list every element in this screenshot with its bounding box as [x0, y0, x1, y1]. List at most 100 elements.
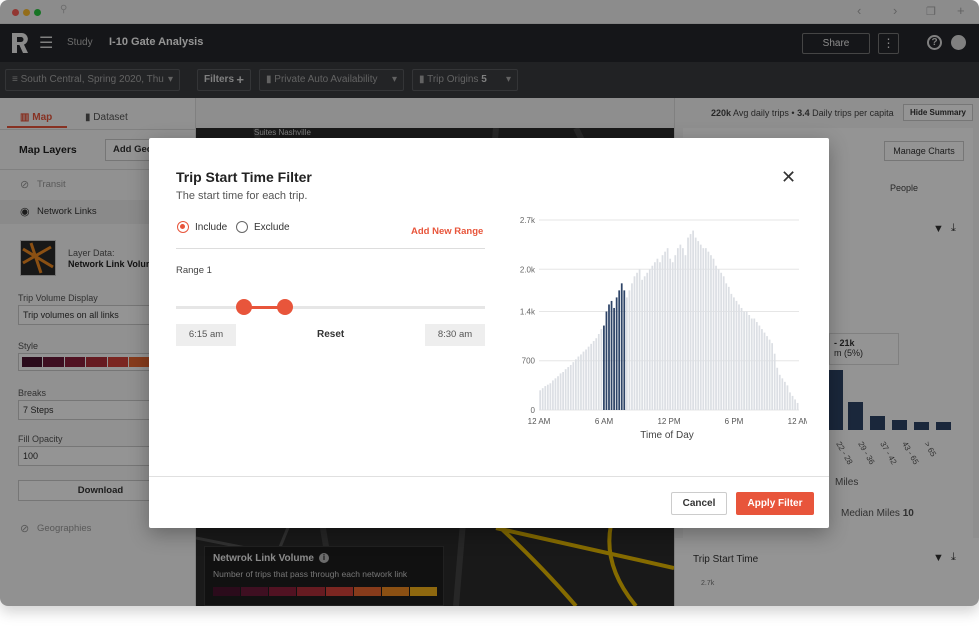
histogram-bar	[564, 369, 567, 410]
histogram-bar	[692, 230, 694, 410]
histogram-bar	[651, 265, 654, 410]
histogram-bar	[766, 336, 768, 410]
include-radio[interactable]	[177, 221, 189, 233]
histogram-bar	[572, 362, 575, 410]
histogram-bar	[704, 248, 707, 410]
histogram-bar	[694, 237, 697, 410]
include-label[interactable]: Include	[195, 222, 227, 233]
histogram-bar	[664, 251, 666, 410]
y-tick-label: 2.0k	[520, 265, 536, 274]
histogram-bar	[666, 248, 669, 410]
histogram-bar	[720, 272, 723, 410]
histogram-bar	[791, 395, 794, 410]
histogram-bar	[699, 244, 702, 410]
x-tick-label: 6 PM	[725, 417, 744, 426]
histogram-bar	[648, 269, 651, 410]
histogram-bar-selected	[613, 307, 615, 410]
trip-start-histogram: 0 700 1.4k 2.0k 2.7k 12 AM 6 AM 12 PM 6 PM 12 AM T…	[520, 216, 807, 441]
histogram-bar	[587, 346, 590, 410]
histogram-bar-selected	[623, 290, 626, 410]
histogram-bar	[557, 376, 559, 410]
y-tick-label: 0	[531, 406, 536, 415]
y-tick-label: 2.7k	[520, 216, 536, 225]
exclude-radio[interactable]	[236, 221, 248, 233]
time-range-slider-track[interactable]	[176, 306, 485, 309]
histogram-bar	[636, 272, 638, 410]
apply-filter-button[interactable]: Apply Filter	[736, 492, 814, 515]
range-end-handle[interactable]	[277, 299, 293, 315]
histogram-bar	[674, 255, 677, 410]
y-tick-label: 700	[522, 357, 536, 366]
histogram-bar	[552, 380, 554, 410]
histogram-bar	[549, 383, 552, 410]
histogram-bar	[789, 392, 791, 410]
histogram-bar	[717, 269, 720, 410]
histogram-bar	[633, 276, 636, 410]
histogram-bar	[656, 258, 659, 410]
cancel-button[interactable]: Cancel	[671, 492, 727, 515]
x-tick-label: 12 PM	[657, 417, 680, 426]
histogram-bar	[569, 364, 572, 410]
histogram-bar	[544, 386, 547, 410]
range-label: Range 1	[176, 265, 212, 276]
histogram-bar	[625, 297, 628, 410]
histogram-bar	[687, 237, 689, 410]
histogram-bar	[679, 244, 682, 410]
histogram-bar	[722, 276, 725, 410]
histogram-bar	[684, 255, 687, 410]
histogram-bar-selected	[603, 325, 605, 410]
histogram-bar	[676, 248, 679, 410]
histogram-bar	[574, 359, 577, 410]
histogram-bar	[740, 307, 743, 410]
browser-window: ⚲ ‹ › ❐ + ☰ Study I-10 Gate Analysis Sha…	[0, 0, 979, 606]
histogram-bar	[638, 269, 641, 410]
histogram-bar	[710, 255, 712, 410]
x-tick-label: 6 AM	[595, 417, 614, 426]
histogram-bar	[771, 343, 774, 410]
histogram-bar	[730, 293, 733, 410]
histogram-bar	[702, 248, 705, 410]
histogram-bar	[567, 367, 570, 410]
histogram-bar	[794, 399, 796, 410]
histogram-bar	[755, 322, 758, 410]
histogram-bar	[600, 329, 603, 410]
histogram-bar	[659, 262, 661, 410]
close-icon[interactable]: ✕	[781, 167, 796, 188]
histogram-bar	[758, 325, 761, 410]
histogram-bar	[796, 402, 799, 410]
histogram-bar	[776, 367, 779, 410]
histogram-bar	[580, 354, 582, 410]
histogram-bar	[597, 334, 600, 410]
start-time-input[interactable]: 6:15 am	[176, 324, 236, 346]
histogram-bar	[750, 318, 753, 410]
histogram-bar	[595, 338, 598, 410]
histogram-bar	[577, 356, 580, 410]
reset-button[interactable]: Reset	[317, 329, 344, 340]
histogram-bar-selected	[618, 290, 621, 410]
histogram-bar	[628, 290, 631, 410]
histogram-bar	[725, 283, 728, 410]
histogram-bar	[778, 374, 781, 410]
histogram-bar	[539, 390, 542, 410]
histogram-bar	[641, 279, 644, 410]
x-axis-label: Time of Day	[640, 430, 694, 441]
histogram-bar	[559, 373, 562, 410]
add-new-range-link[interactable]: Add New Range	[411, 226, 483, 237]
end-time-input[interactable]: 8:30 am	[425, 324, 485, 346]
histogram-bar	[689, 234, 692, 410]
y-tick-label: 1.4k	[520, 307, 536, 316]
histogram-bar-selected	[605, 311, 608, 410]
exclude-label[interactable]: Exclude	[254, 222, 290, 233]
histogram-bar	[733, 297, 735, 410]
histogram-bar	[669, 258, 672, 410]
histogram-bar	[743, 311, 745, 410]
range-start-handle[interactable]	[236, 299, 252, 315]
histogram-bar	[643, 276, 646, 410]
dialog-title: Trip Start Time Filter	[176, 169, 312, 185]
histogram-bar	[784, 381, 786, 410]
histogram-bar	[727, 286, 730, 410]
histogram-bar	[646, 272, 649, 410]
histogram-bar	[585, 349, 587, 410]
histogram-bar-selected	[608, 304, 610, 410]
dialog-subtitle: The start time for each trip.	[176, 190, 308, 202]
